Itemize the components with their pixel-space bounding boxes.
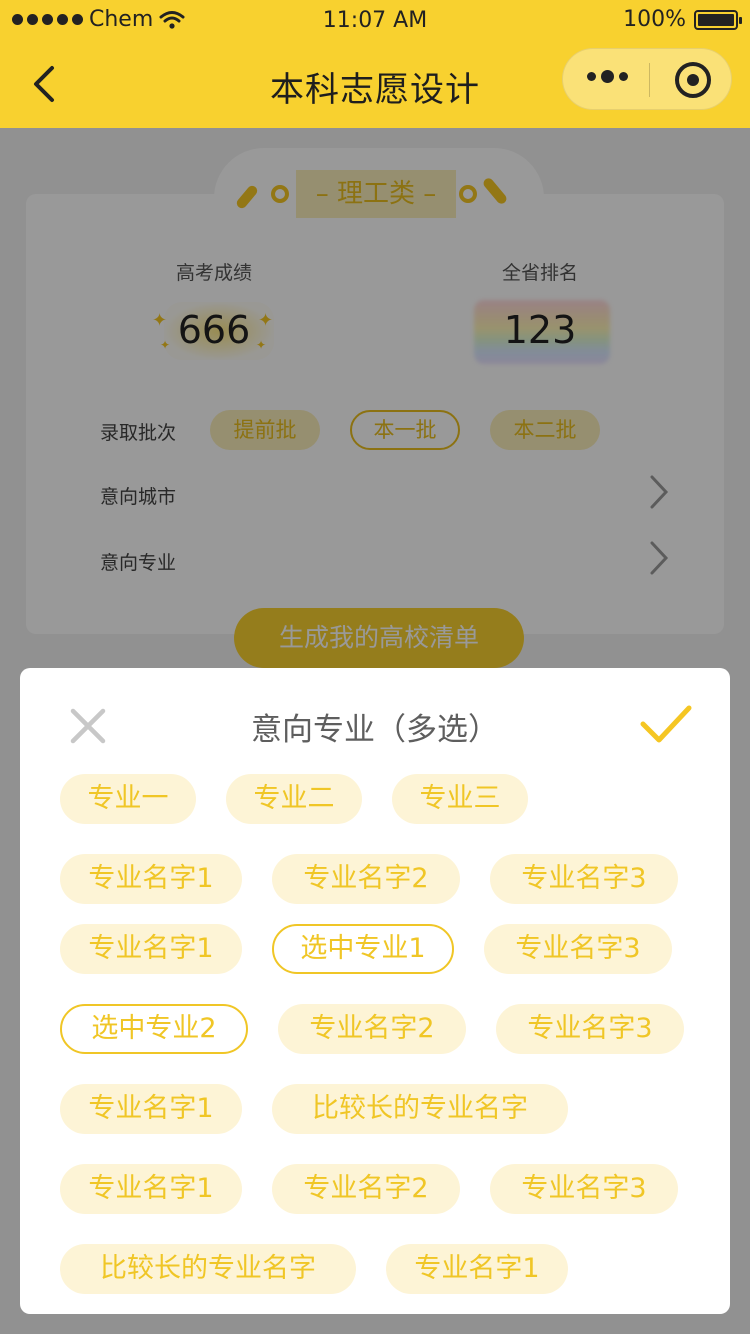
sheet-title: 意向专业（多选） bbox=[251, 712, 499, 748]
battery-group: 100% bbox=[623, 7, 742, 32]
major-tag[interactable]: 专业名字1 bbox=[60, 1084, 242, 1134]
major-tag[interactable]: 专业名字2 bbox=[278, 1004, 466, 1054]
battery-icon bbox=[694, 9, 742, 30]
battery-percent: 100% bbox=[623, 7, 686, 32]
capsule-divider bbox=[649, 63, 650, 97]
major-tag[interactable]: 专业一 bbox=[60, 774, 196, 824]
major-tag[interactable]: 比较长的专业名字 bbox=[60, 1244, 356, 1294]
major-tag[interactable]: 专业名字2 bbox=[272, 1164, 460, 1214]
major-tag[interactable]: 专业名字3 bbox=[496, 1004, 684, 1054]
close-program-icon[interactable] bbox=[675, 62, 711, 98]
major-tag[interactable]: 专业二 bbox=[226, 774, 362, 824]
more-icon[interactable] bbox=[587, 70, 628, 83]
major-tag[interactable]: 比较长的专业名字 bbox=[272, 1084, 568, 1134]
major-tag[interactable]: 专业名字3 bbox=[490, 1164, 678, 1214]
major-tag[interactable]: 专业名字1 bbox=[60, 854, 242, 904]
status-bar: Chem 11:07 AM 100% bbox=[0, 0, 750, 40]
major-tag[interactable]: 专业名字2 bbox=[272, 854, 460, 904]
major-tag-selected[interactable]: 选中专业1 bbox=[272, 924, 454, 974]
major-tag[interactable]: 专业名字3 bbox=[490, 854, 678, 904]
major-select-sheet: 意向专业（多选） 专业一 专业二 专业三 专业名字1 专业名字2 专业名字3 专… bbox=[20, 668, 730, 1314]
major-tag[interactable]: 专业名字3 bbox=[484, 924, 672, 974]
major-tag-selected[interactable]: 选中专业2 bbox=[60, 1004, 248, 1054]
major-tag[interactable]: 专业名字1 bbox=[60, 924, 242, 974]
mini-program-capsule bbox=[562, 48, 732, 110]
check-icon[interactable] bbox=[640, 702, 692, 746]
major-tag[interactable]: 专业三 bbox=[392, 774, 528, 824]
nav-bar: 本科志愿设计 bbox=[0, 40, 750, 128]
major-tag[interactable]: 专业名字1 bbox=[386, 1244, 568, 1294]
major-tag[interactable]: 专业名字1 bbox=[60, 1164, 242, 1214]
